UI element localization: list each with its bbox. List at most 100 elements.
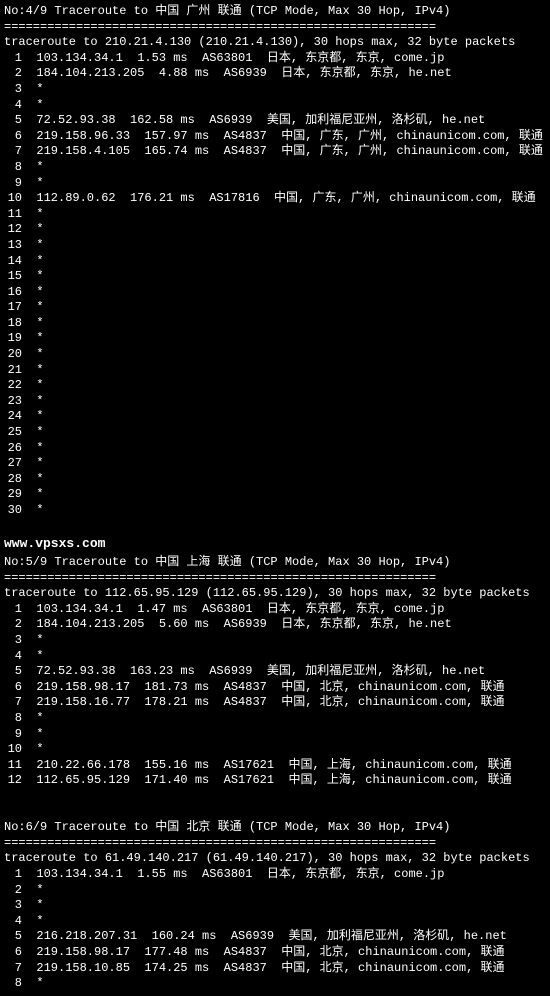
hop-row: 9 * — [4, 727, 546, 743]
hop-body: * — [22, 883, 44, 897]
hop-body: * — [22, 285, 44, 299]
hop-row: 8 * — [4, 976, 546, 992]
hop-body: * — [22, 649, 44, 663]
hop-body: * — [22, 222, 44, 236]
hop-row: 5 72.52.93.38 162.58 ms AS6939 美国, 加利福尼亚… — [4, 113, 546, 129]
hop-number: 9 — [4, 727, 22, 743]
hop-number: 2 — [4, 883, 22, 899]
hop-number: 3 — [4, 82, 22, 98]
hop-body: * — [22, 300, 44, 314]
hop-number: 6 — [4, 680, 22, 696]
hop-number: 6 — [4, 945, 22, 961]
hop-body: * — [22, 503, 44, 517]
hop-number: 7 — [4, 144, 22, 160]
hop-row: 30 * — [4, 503, 546, 519]
hop-row: 1 103.134.34.1 1.55 ms AS63801 日本, 东京都, … — [4, 867, 546, 883]
blank-line — [4, 519, 546, 535]
hop-row: 2 184.104.213.205 5.60 ms AS6939 日本, 东京都… — [4, 617, 546, 633]
watermark: www.vpsxs.com — [4, 534, 546, 555]
hop-body: 219.158.4.105 165.74 ms AS4837 中国, 广东, 广… — [22, 144, 543, 158]
hop-row: 19 * — [4, 331, 546, 347]
hop-row: 1 103.134.34.1 1.53 ms AS63801 日本, 东京都, … — [4, 51, 546, 67]
hop-number: 12 — [4, 773, 22, 789]
hop-number: 30 — [4, 503, 22, 519]
hop-body: 216.218.207.31 160.24 ms AS6939 美国, 加利福尼… — [22, 929, 507, 943]
hop-row: 10 * — [4, 742, 546, 758]
hop-body: * — [22, 82, 44, 96]
hop-number: 22 — [4, 378, 22, 394]
hop-number: 23 — [4, 394, 22, 410]
hop-row: 8 * — [4, 711, 546, 727]
hop-body: 184.104.213.205 5.60 ms AS6939 日本, 东京都, … — [22, 617, 452, 631]
hop-number: 7 — [4, 961, 22, 977]
hop-number: 25 — [4, 425, 22, 441]
hop-body: 219.158.98.17 177.48 ms AS4837 中国, 北京, c… — [22, 945, 504, 959]
hop-row: 12 112.65.95.129 171.40 ms AS17621 中国, 上… — [4, 773, 546, 789]
hop-number: 24 — [4, 409, 22, 425]
hop-number: 19 — [4, 331, 22, 347]
hop-row: 4 * — [4, 914, 546, 930]
hop-body: 219.158.96.33 157.97 ms AS4837 中国, 广东, 广… — [22, 129, 543, 143]
hop-number: 13 — [4, 238, 22, 254]
hop-row: 18 * — [4, 316, 546, 332]
hop-body: 103.134.34.1 1.55 ms AS63801 日本, 东京都, 东京… — [22, 867, 444, 881]
hop-number: 8 — [4, 160, 22, 176]
hop-body: 210.22.66.178 155.16 ms AS17621 中国, 上海, … — [22, 758, 512, 772]
hop-row: 25 * — [4, 425, 546, 441]
trace-divider: ========================================… — [4, 836, 546, 852]
hop-row: 17 * — [4, 300, 546, 316]
hop-number: 18 — [4, 316, 22, 332]
hop-row: 15 * — [4, 269, 546, 285]
hop-body: * — [22, 160, 44, 174]
hop-number: 6 — [4, 129, 22, 145]
trace-divider: ========================================… — [4, 20, 546, 36]
hop-number: 8 — [4, 711, 22, 727]
hop-body: * — [22, 742, 44, 756]
hop-number: 29 — [4, 487, 22, 503]
hop-row: 5 72.52.93.38 163.23 ms AS6939 美国, 加利福尼亚… — [4, 664, 546, 680]
hop-number: 2 — [4, 617, 22, 633]
hop-number: 10 — [4, 191, 22, 207]
hop-row: 7 219.158.4.105 165.74 ms AS4837 中国, 广东,… — [4, 144, 546, 160]
hop-number: 12 — [4, 222, 22, 238]
hop-number: 9 — [4, 176, 22, 192]
hop-number: 14 — [4, 254, 22, 270]
hop-body: * — [22, 487, 44, 501]
hop-row: 22 * — [4, 378, 546, 394]
hop-row: 29 * — [4, 487, 546, 503]
hop-row: 24 * — [4, 409, 546, 425]
hop-number: 15 — [4, 269, 22, 285]
hop-number: 17 — [4, 300, 22, 316]
hop-number: 1 — [4, 51, 22, 67]
hop-number: 3 — [4, 633, 22, 649]
hop-number: 8 — [4, 976, 22, 992]
trace-summary: traceroute to 112.65.95.129 (112.65.95.1… — [4, 586, 546, 602]
hop-body: * — [22, 363, 44, 377]
hop-row: 27 * — [4, 456, 546, 472]
hop-body: * — [22, 394, 44, 408]
hop-number: 28 — [4, 472, 22, 488]
hop-row: 11 210.22.66.178 155.16 ms AS17621 中国, 上… — [4, 758, 546, 774]
hop-row: 2 * — [4, 883, 546, 899]
hop-row: 6 219.158.98.17 181.73 ms AS4837 中国, 北京,… — [4, 680, 546, 696]
hop-number: 7 — [4, 695, 22, 711]
hop-body: * — [22, 914, 44, 928]
hop-body: * — [22, 238, 44, 252]
hop-body: * — [22, 269, 44, 283]
hop-number: 5 — [4, 664, 22, 680]
hop-row: 3 * — [4, 898, 546, 914]
hop-number: 2 — [4, 66, 22, 82]
hop-body: 112.65.95.129 171.40 ms AS17621 中国, 上海, … — [22, 773, 512, 787]
hop-body: * — [22, 176, 44, 190]
hop-number: 5 — [4, 929, 22, 945]
trace-divider: ========================================… — [4, 571, 546, 587]
hop-row: 7 219.158.16.77 178.21 ms AS4837 中国, 北京,… — [4, 695, 546, 711]
hop-row: 3 * — [4, 82, 546, 98]
hop-body: * — [22, 207, 44, 221]
hop-row: 21 * — [4, 363, 546, 379]
hop-number: 21 — [4, 363, 22, 379]
hop-row: 12 * — [4, 222, 546, 238]
blank-line — [4, 789, 546, 805]
hop-number: 3 — [4, 898, 22, 914]
trace-summary: traceroute to 210.21.4.130 (210.21.4.130… — [4, 35, 546, 51]
